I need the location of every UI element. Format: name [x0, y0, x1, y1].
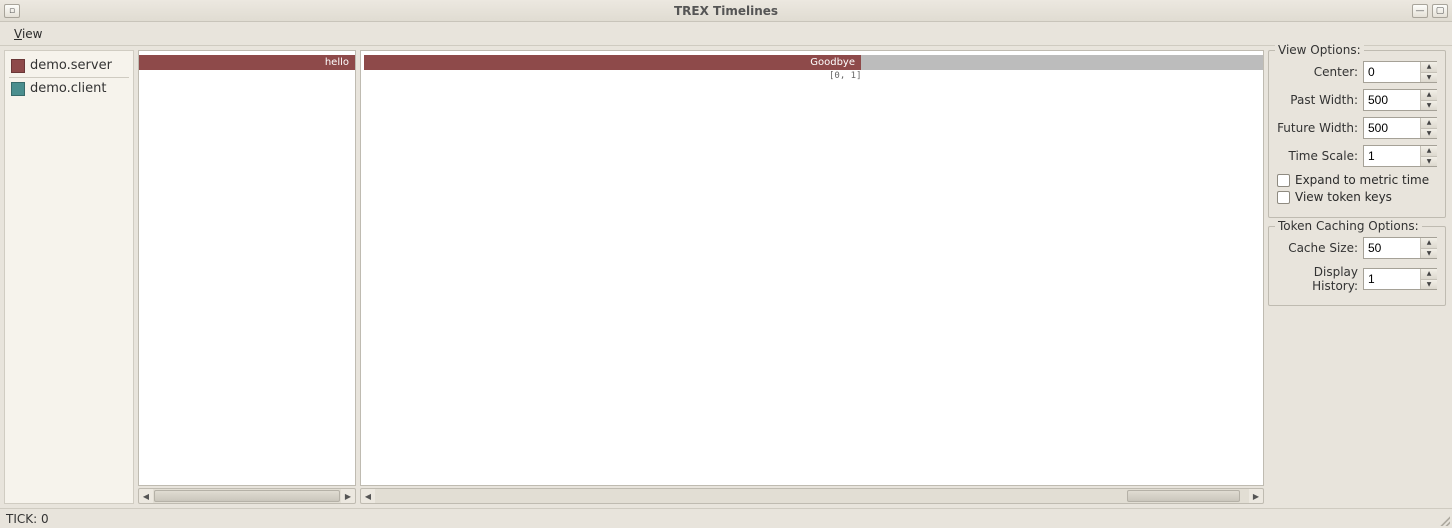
timeline-panels: hello Goodbye [0, 1] [138, 50, 1264, 486]
main-area: demo.server demo.client hello Goodbye [0… [0, 46, 1452, 508]
spin-down-icon[interactable]: ▼ [1421, 249, 1437, 259]
menu-view-label: iew [22, 27, 43, 41]
color-swatch-icon [11, 82, 25, 96]
cache-size-label: Cache Size: [1288, 241, 1358, 255]
future-width-input[interactable] [1364, 118, 1420, 138]
past-hscrollbar[interactable]: ◀ ▶ [138, 488, 356, 504]
sidebar-item-label: demo.server [30, 58, 112, 73]
past-width-input[interactable] [1364, 90, 1420, 110]
display-history-input[interactable] [1364, 269, 1420, 289]
resize-grip-icon[interactable] [1438, 514, 1450, 526]
display-history-spinner[interactable]: ▲ ▼ [1363, 268, 1437, 290]
options-panel: View Options: Center: ▲ ▼ Past Width: ▲ [1268, 50, 1448, 504]
view-token-keys-label: View token keys [1295, 190, 1392, 204]
center-input[interactable] [1364, 62, 1420, 82]
spin-down-icon[interactable]: ▼ [1421, 129, 1437, 139]
expand-metric-label: Expand to metric time [1295, 173, 1429, 187]
maximize-button[interactable]: ▢ [1432, 4, 1448, 18]
sidebar: demo.server demo.client [4, 50, 134, 504]
time-scale-spinner[interactable]: ▲ ▼ [1363, 145, 1437, 167]
timeline-scrollbars: ◀ ▶ ◀ ▶ [138, 488, 1264, 504]
timeline-future-panel[interactable]: Goodbye [0, 1] [360, 50, 1264, 486]
center-label: Center: [1314, 65, 1358, 79]
spin-up-icon[interactable]: ▲ [1421, 269, 1437, 280]
spin-up-icon[interactable]: ▲ [1421, 90, 1437, 101]
menu-view[interactable]: View [8, 25, 48, 43]
sidebar-item-label: demo.client [30, 81, 106, 96]
token-caching-title: Token Caching Options: [1275, 219, 1422, 233]
future-width-spinner[interactable]: ▲ ▼ [1363, 117, 1437, 139]
scroll-left-icon[interactable]: ◀ [361, 489, 375, 503]
past-width-spinner[interactable]: ▲ ▼ [1363, 89, 1437, 111]
timeline-token-goodbye[interactable]: Goodbye [364, 55, 861, 70]
menubar: View [0, 22, 1452, 46]
scroll-left-icon[interactable]: ◀ [139, 489, 153, 503]
minimize-button[interactable]: — [1412, 4, 1428, 18]
token-caching-group: Token Caching Options: Cache Size: ▲ ▼ D… [1268, 226, 1446, 306]
sidebar-item-demo-server[interactable]: demo.server [9, 55, 129, 78]
scrollbar-track[interactable] [375, 489, 1249, 503]
view-token-keys-checkbox[interactable] [1277, 191, 1290, 204]
view-options-group: View Options: Center: ▲ ▼ Past Width: ▲ [1268, 50, 1446, 218]
scrollbar-thumb[interactable] [1127, 490, 1241, 502]
spin-up-icon[interactable]: ▲ [1421, 238, 1437, 249]
expand-metric-checkbox-row[interactable]: Expand to metric time [1277, 173, 1437, 187]
token-label: Goodbye [810, 57, 855, 68]
future-hscrollbar[interactable]: ◀ ▶ [360, 488, 1264, 504]
spin-down-icon[interactable]: ▼ [1421, 280, 1437, 290]
cache-size-spinner[interactable]: ▲ ▼ [1363, 237, 1437, 259]
center-spinner[interactable]: ▲ ▼ [1363, 61, 1437, 83]
window-title: TREX Timelines [0, 4, 1452, 18]
scrollbar-thumb[interactable] [154, 490, 340, 502]
spin-up-icon[interactable]: ▲ [1421, 62, 1437, 73]
spin-up-icon[interactable]: ▲ [1421, 146, 1437, 157]
spin-down-icon[interactable]: ▼ [1421, 101, 1437, 111]
view-options-title: View Options: [1275, 43, 1364, 57]
time-scale-input[interactable] [1364, 146, 1420, 166]
spin-down-icon[interactable]: ▼ [1421, 157, 1437, 167]
window-menu-icon[interactable]: ▫ [4, 4, 20, 18]
statusbar-tick: TICK: 0 [6, 512, 49, 526]
scroll-right-icon[interactable]: ▶ [1249, 489, 1263, 503]
timeline-tick-range: [0, 1] [829, 71, 862, 81]
timeline-track-future [861, 55, 1263, 70]
display-history-label: Display History: [1277, 265, 1358, 293]
spin-down-icon[interactable]: ▼ [1421, 73, 1437, 83]
scroll-right-icon[interactable]: ▶ [341, 489, 355, 503]
timeline-token-hello[interactable]: hello [139, 55, 355, 70]
future-width-label: Future Width: [1277, 121, 1358, 135]
sidebar-item-demo-client[interactable]: demo.client [9, 78, 129, 100]
expand-metric-checkbox[interactable] [1277, 174, 1290, 187]
statusbar: TICK: 0 [0, 508, 1452, 528]
token-label: hello [325, 57, 349, 68]
timeline-area: hello Goodbye [0, 1] ◀ ▶ ◀ [138, 50, 1264, 504]
past-width-label: Past Width: [1290, 93, 1358, 107]
timeline-past-panel[interactable]: hello [138, 50, 356, 486]
cache-size-input[interactable] [1364, 238, 1420, 258]
view-token-keys-checkbox-row[interactable]: View token keys [1277, 190, 1437, 204]
time-scale-label: Time Scale: [1288, 149, 1358, 163]
color-swatch-icon [11, 59, 25, 73]
scrollbar-track[interactable] [153, 489, 341, 503]
spin-up-icon[interactable]: ▲ [1421, 118, 1437, 129]
window-titlebar: ▫ TREX Timelines — ▢ [0, 0, 1452, 22]
